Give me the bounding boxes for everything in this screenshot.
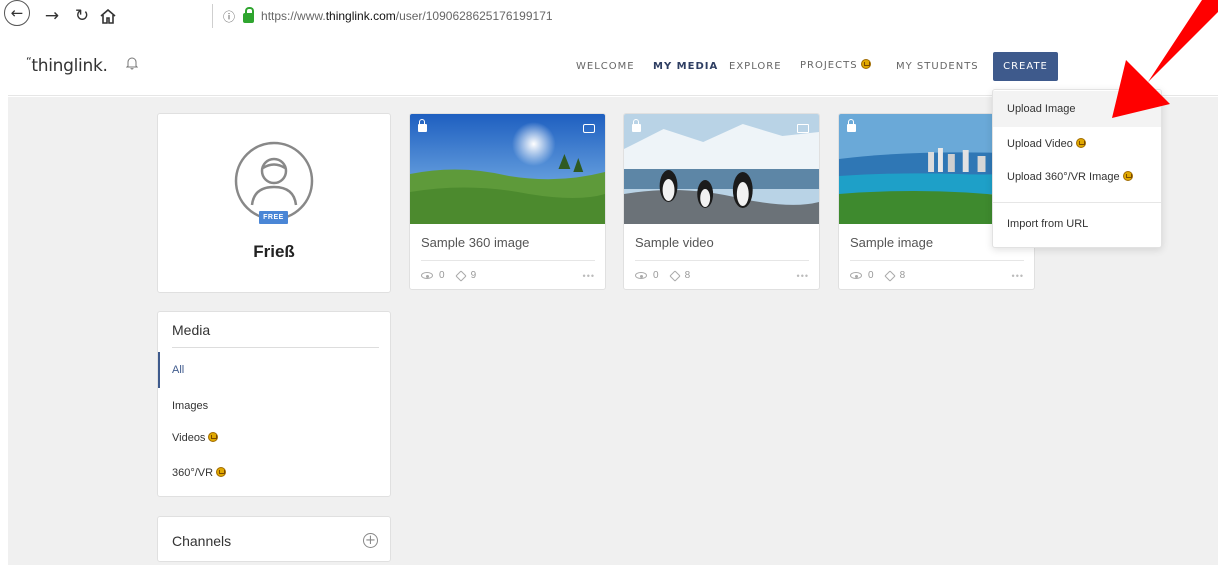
menu-upload-video[interactable]: Upload Video [1007, 138, 1086, 150]
menu-divider [993, 202, 1161, 203]
reload-icon[interactable]: ↻ [70, 4, 94, 28]
url-path: /user/1090628625176199171 [395, 9, 553, 23]
info-icon[interactable]: ⓘ [223, 8, 235, 25]
logo-text: thinglink. [31, 56, 108, 76]
profile-name: Frieß [253, 242, 295, 261]
tag-icon [883, 269, 896, 282]
menu-upload-360-label: Upload 360°/VR Image [1007, 171, 1120, 183]
avatar-icon[interactable] [234, 141, 314, 221]
url-prefix: https://www. [261, 9, 326, 23]
eye-icon [421, 272, 433, 279]
media-card[interactable]: Sample video 0 8 ••• [623, 113, 820, 290]
media-filter-panel: Media All Images Videos 360°/VR [157, 311, 391, 497]
media-title[interactable]: Sample 360 image [421, 235, 529, 250]
media-stats: 0 8 [635, 269, 691, 282]
address-bar[interactable]: ⓘ https://www. thinglink.com/user/1090628… [212, 4, 1212, 28]
premium-crown-icon [208, 432, 219, 442]
media-card[interactable]: Sample 360 image 0 9 ••• [409, 113, 606, 290]
eye-icon [850, 272, 862, 279]
eye-icon [635, 272, 647, 279]
browser-toolbar: ← → ↻ ⓘ https://www. thinglink.com/user/1… [0, 0, 1218, 32]
free-plan-badge: FREE [259, 211, 288, 224]
profile-card: FREE Frieß [157, 113, 391, 293]
view-count: 0 [439, 270, 445, 281]
padlock-icon [243, 7, 255, 23]
menu-import-from-url[interactable]: Import from URL [1007, 218, 1088, 230]
media-title[interactable]: Sample image [850, 235, 933, 250]
thinglink-logo[interactable]: “thinglink. [26, 55, 108, 76]
red-pointer-arrow-icon [1112, 0, 1218, 118]
tag-icon [668, 269, 681, 282]
nav-welcome[interactable]: WELCOME [576, 61, 635, 72]
channels-panel: Channels + [157, 516, 391, 562]
premium-crown-icon [860, 59, 871, 69]
media-thumbnail[interactable] [410, 114, 605, 224]
tag-count: 8 [684, 270, 691, 281]
lock-icon [418, 119, 427, 132]
nav-my-students[interactable]: MY STUDENTS [896, 61, 979, 72]
nav-projects[interactable]: PROJECTS [800, 59, 871, 71]
nav-explore[interactable]: EXPLORE [729, 61, 782, 72]
url-domain: thinglink.com [325, 9, 396, 23]
bell-icon[interactable] [126, 56, 138, 70]
menu-upload-360-image[interactable]: Upload 360°/VR Image [1007, 171, 1133, 183]
nav-projects-label: PROJECTS [800, 60, 858, 71]
tag-count: 8 [899, 270, 906, 281]
forward-arrow-icon[interactable]: → [40, 4, 64, 28]
home-icon[interactable] [96, 4, 120, 28]
more-options-icon[interactable]: ••• [583, 271, 595, 281]
create-button[interactable]: CREATE [993, 52, 1058, 81]
divider [850, 260, 1024, 261]
filter-all[interactable]: All [172, 364, 184, 376]
view-count: 0 [653, 270, 659, 281]
app-header: “thinglink. WELCOME MY MEDIA EXPLORE PRO… [8, 32, 1218, 96]
divider [635, 260, 809, 261]
filter-videos[interactable]: Videos [172, 432, 219, 444]
filter-360-vr-label: 360°/VR [172, 467, 214, 479]
channels-title: Channels [172, 533, 232, 549]
media-stats: 0 8 [850, 269, 906, 282]
tag-count: 9 [470, 270, 477, 281]
filter-360-vr[interactable]: 360°/VR [172, 467, 227, 479]
add-channel-icon[interactable]: + [363, 533, 378, 548]
premium-crown-icon [216, 467, 227, 477]
divider [421, 260, 595, 261]
premium-crown-icon [1122, 171, 1133, 181]
media-panel-title: Media [172, 322, 211, 338]
filter-images[interactable]: Images [172, 400, 208, 412]
back-arrow-icon[interactable]: ← [4, 0, 30, 26]
video-camera-icon [797, 124, 809, 133]
nav-my-media[interactable]: MY MEDIA [653, 61, 718, 72]
view-count: 0 [868, 270, 874, 281]
vr-headset-icon [583, 124, 595, 133]
active-indicator [158, 352, 160, 388]
divider [172, 347, 379, 348]
more-options-icon[interactable]: ••• [797, 271, 809, 281]
lock-icon [847, 119, 856, 132]
media-stats: 0 9 [421, 269, 477, 282]
tag-icon [454, 269, 467, 282]
menu-upload-video-label: Upload Video [1007, 138, 1073, 150]
filter-videos-label: Videos [172, 432, 206, 444]
media-title[interactable]: Sample video [635, 235, 714, 250]
media-thumbnail[interactable] [624, 114, 819, 224]
more-options-icon[interactable]: ••• [1012, 271, 1024, 281]
lock-icon [632, 119, 641, 132]
